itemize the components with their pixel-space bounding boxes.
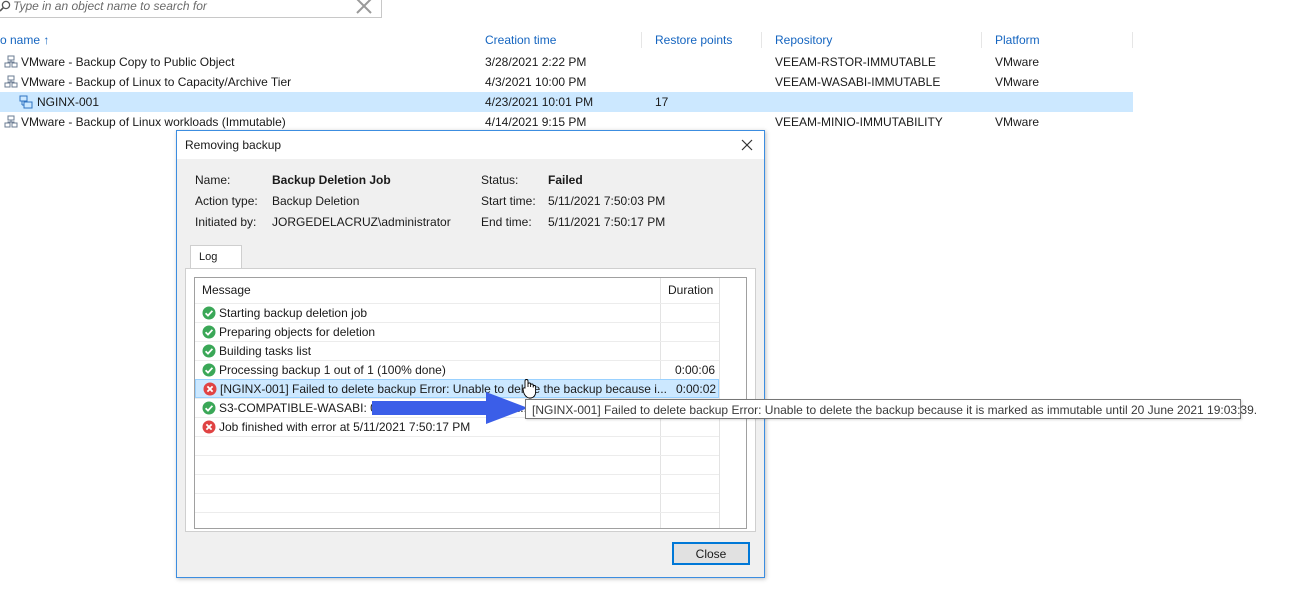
row-name: NGINX-001 <box>37 95 100 109</box>
log-row[interactable]: Processing backup 1 out of 1 (100% done)… <box>195 360 719 379</box>
error-x-icon <box>203 382 217 396</box>
log-row[interactable]: Preparing objects for deletion <box>195 322 719 341</box>
vm-icon <box>19 95 33 109</box>
row-creation-time: 4/3/2021 10:00 PM <box>485 75 587 89</box>
name-value: Backup Deletion Job <box>272 173 391 187</box>
success-check-icon <box>202 325 216 339</box>
row-name: VMware - Backup of Linux to Capacity/Arc… <box>21 75 292 89</box>
status-value: Failed <box>548 173 583 187</box>
row-name: VMware - Backup of Linux workloads (Immu… <box>21 115 286 129</box>
table-row[interactable]: VMware - Backup of Linux workloads (Immu… <box>0 112 1133 132</box>
log-header-message[interactable]: Message <box>202 283 251 297</box>
search-input[interactable] <box>13 0 343 14</box>
log-message: Building tasks list <box>219 344 312 358</box>
column-header-restore-points[interactable]: Restore points <box>655 30 732 50</box>
sort-ascending-icon: ↑ <box>43 33 50 47</box>
search-box[interactable] <box>0 0 382 18</box>
annotation-arrow-icon <box>372 392 528 424</box>
close-button[interactable]: Close <box>672 542 750 565</box>
start-time-value: 5/11/2021 7:50:03 PM <box>548 194 666 208</box>
mouse-cursor-icon <box>522 379 537 399</box>
column-header-creation-time[interactable]: Creation time <box>485 30 556 50</box>
backup-job-icon <box>4 115 18 128</box>
log-message: Starting backup deletion job <box>219 306 368 320</box>
row-platform: VMware <box>995 115 1040 129</box>
log-row[interactable]: Starting backup deletion job <box>195 303 719 322</box>
action-type-value: Backup Deletion <box>272 194 360 208</box>
backup-job-icon <box>4 55 18 68</box>
log-header-duration[interactable]: Duration <box>668 283 713 297</box>
log-duration: 0:00:06 <box>675 363 716 377</box>
close-icon[interactable] <box>736 136 758 154</box>
log-message: Processing backup 1 out of 1 (100% done) <box>219 363 446 377</box>
end-time-label: End time: <box>481 215 532 229</box>
success-check-icon <box>202 363 216 377</box>
success-check-icon <box>202 306 216 320</box>
start-time-label: Start time: <box>481 194 536 208</box>
row-name: VMware - Backup Copy to Public Object <box>21 55 235 69</box>
row-repository: VEEAM-WASABI-IMMUTABLE <box>775 75 941 89</box>
row-repository: VEEAM-MINIO-IMMUTABILITY <box>775 115 943 129</box>
log-row-empty <box>195 436 719 455</box>
table-row[interactable]: VMware - Backup Copy to Public Object 3/… <box>0 52 1133 72</box>
row-platform: VMware <box>995 55 1040 69</box>
dialog-title: Removing backup <box>185 138 282 152</box>
row-repository: VEEAM-RSTOR-IMMUTABLE <box>775 55 936 69</box>
row-creation-time: 4/14/2021 9:15 PM <box>485 115 587 129</box>
column-header-platform[interactable]: Platform <box>995 30 1040 50</box>
action-type-label: Action type: <box>195 194 258 208</box>
row-platform: VMware <box>995 75 1040 89</box>
row-creation-time: 3/28/2021 2:22 PM <box>485 55 587 69</box>
table-row[interactable]: NGINX-001 4/23/2021 10:01 PM 17 <box>0 92 1133 112</box>
log-message: Preparing objects for deletion <box>219 325 376 339</box>
log-row-empty <box>195 455 719 474</box>
log-duration: 0:00:02 <box>676 382 717 396</box>
end-time-value: 5/11/2021 7:50:17 PM <box>548 215 666 229</box>
column-divider[interactable] <box>1132 32 1133 48</box>
column-header-repository[interactable]: Repository <box>775 30 832 50</box>
column-divider[interactable] <box>981 32 982 48</box>
log-row-empty <box>195 493 719 512</box>
status-label: Status: <box>481 173 519 187</box>
success-check-icon <box>202 344 216 358</box>
row-creation-time: 4/23/2021 10:01 PM <box>485 95 594 109</box>
table-row[interactable]: VMware - Backup of Linux to Capacity/Arc… <box>0 72 1133 92</box>
log-row[interactable]: Building tasks list <box>195 341 719 360</box>
search-icon <box>0 0 11 12</box>
column-divider[interactable] <box>641 32 642 48</box>
log-row-empty <box>195 474 719 493</box>
backup-job-icon <box>4 75 18 88</box>
initiated-by-value: JORGEDELACRUZ\administrator <box>272 215 451 229</box>
column-header-name[interactable]: o name ↑ <box>0 30 49 50</box>
clear-search-icon[interactable] <box>354 0 374 15</box>
error-tooltip: [NGINX-001] Failed to delete backup Erro… <box>525 399 1257 419</box>
log-row-empty <box>195 512 719 528</box>
removing-backup-dialog: Removing backup Name: Backup Deletion Jo… <box>176 130 765 578</box>
success-check-icon <box>202 401 216 415</box>
error-x-icon <box>202 420 216 434</box>
row-restore-points: 17 <box>655 95 669 109</box>
name-label: Name: <box>195 173 231 187</box>
initiated-by-label: Initiated by: <box>195 215 257 229</box>
tab-log[interactable]: Log <box>190 245 242 269</box>
column-divider[interactable] <box>761 32 762 48</box>
dialog-titlebar[interactable]: Removing backup <box>177 131 764 159</box>
